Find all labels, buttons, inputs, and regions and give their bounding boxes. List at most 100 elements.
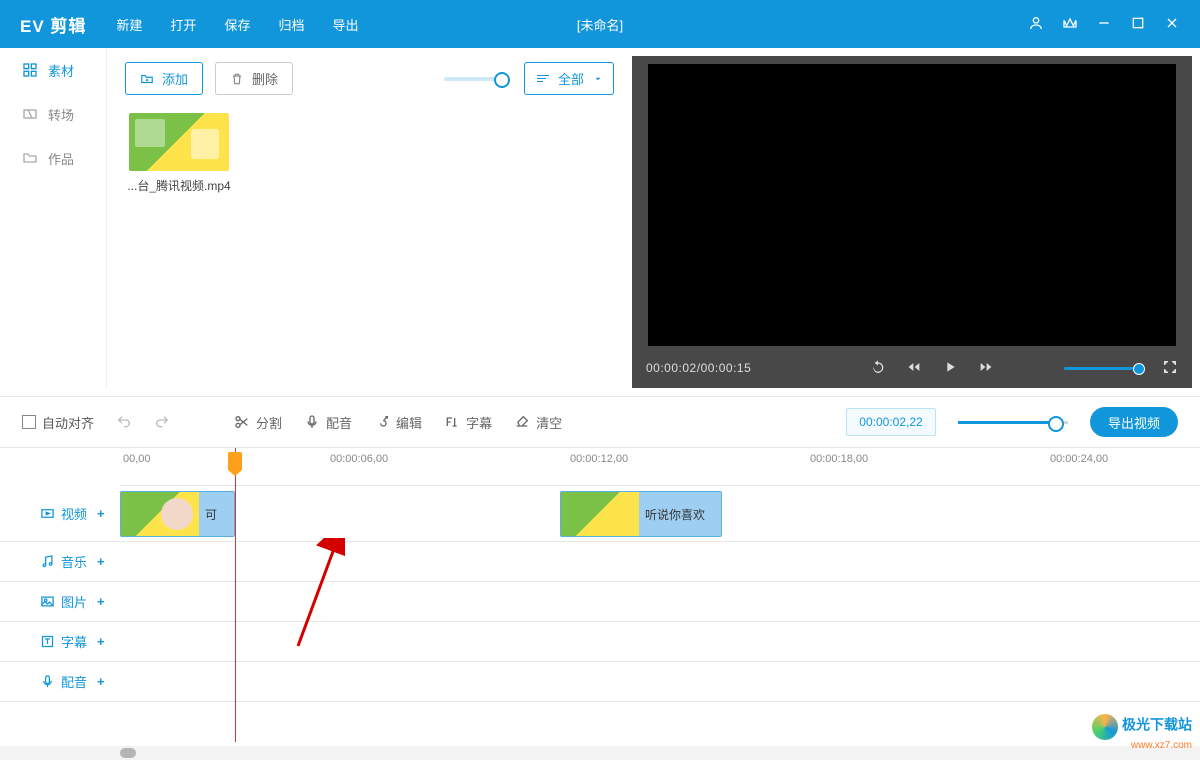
chevron-down-icon	[593, 74, 603, 84]
side-tab-assets-label: 素材	[48, 61, 74, 80]
dub-track-label: 配音+	[0, 662, 120, 701]
ruler-tick: 00:00:12,00	[570, 453, 628, 465]
checkbox-icon	[22, 415, 36, 429]
transition-icon	[22, 106, 38, 122]
prev-frame-button[interactable]	[906, 359, 922, 378]
image-track[interactable]: 图片+	[0, 582, 1200, 622]
delete-asset-label: 删除	[252, 69, 278, 88]
video-track-label: 视频+	[0, 486, 120, 541]
user-icon[interactable]	[1028, 15, 1044, 34]
add-asset-button[interactable]: 添加	[125, 62, 203, 95]
text-icon	[40, 634, 55, 649]
add-asset-label: 添加	[162, 69, 188, 88]
menu-open[interactable]: 打开	[156, 15, 210, 34]
dub-button[interactable]: 配音	[304, 413, 352, 432]
preview-time: 00:00:02/00:00:15	[646, 361, 751, 375]
minimize-button[interactable]	[1096, 15, 1112, 34]
close-button[interactable]	[1164, 15, 1180, 34]
add-folder-icon	[140, 72, 154, 86]
image-track-label: 图片+	[0, 582, 120, 621]
app-logo: EV 剪辑	[0, 12, 102, 37]
play-button[interactable]	[942, 359, 958, 378]
menu-save[interactable]: 保存	[210, 15, 264, 34]
timeline-zoom-slider[interactable]	[958, 421, 1068, 424]
clip-label: 可	[199, 506, 217, 523]
clip-thumbnail	[561, 492, 639, 536]
maximize-button[interactable]	[1130, 15, 1146, 34]
thumbnail-size-slider[interactable]	[444, 77, 504, 81]
volume-slider[interactable]	[1064, 367, 1142, 370]
add-video-track[interactable]: +	[97, 506, 105, 521]
replay-button[interactable]	[870, 359, 886, 378]
ruler-tick: 00:00:06,00	[330, 453, 388, 465]
add-image-track[interactable]: +	[97, 594, 105, 609]
clear-label: 清空	[536, 413, 562, 432]
auto-align-checkbox[interactable]: 自动对齐	[22, 413, 94, 432]
add-dub-track[interactable]: +	[97, 674, 105, 689]
video-clip[interactable]: 可	[120, 491, 235, 537]
clear-button[interactable]: 清空	[514, 413, 562, 432]
add-music-track[interactable]: +	[97, 554, 105, 569]
undo-button[interactable]	[116, 414, 132, 430]
document-name: [未命名]	[577, 15, 623, 34]
menu-archive[interactable]: 归档	[264, 15, 318, 34]
music-track[interactable]: 音乐+	[0, 542, 1200, 582]
playhead-handle[interactable]	[228, 452, 242, 470]
asset-item[interactable]: ...台_腾讯视频.mp4	[125, 113, 233, 194]
side-tab-assets[interactable]: 素材	[0, 48, 106, 92]
timeline-scrollbar[interactable]	[0, 746, 1200, 760]
preview-video-area[interactable]	[648, 64, 1176, 346]
folder-icon	[22, 150, 38, 166]
menu-export[interactable]: 导出	[318, 15, 372, 34]
side-tab-transitions[interactable]: 转场	[0, 92, 106, 136]
ruler-tick: 00,00	[123, 453, 151, 465]
side-tab-projects[interactable]: 作品	[0, 136, 106, 180]
asset-filter-select[interactable]: 全部	[524, 62, 614, 95]
side-tab-projects-label: 作品	[48, 149, 74, 168]
ruler-tick: 00:00:18,00	[810, 453, 868, 465]
dub-track[interactable]: 配音+	[0, 662, 1200, 702]
timecode-display[interactable]: 00:00:02,22	[846, 408, 936, 436]
dub-label: 配音	[326, 413, 352, 432]
playhead[interactable]	[235, 448, 236, 742]
music-track-label: 音乐+	[0, 542, 120, 581]
clip-label: 听说你喜欢	[639, 506, 705, 523]
timeline: 00,00 00:00:06,00 00:00:12,00 00:00:18,0…	[0, 448, 1200, 760]
scrollbar-thumb[interactable]	[120, 748, 136, 758]
subtitle-button[interactable]: 字幕	[444, 413, 492, 432]
music-icon	[40, 554, 55, 569]
trash-icon	[230, 72, 244, 86]
delete-asset-button[interactable]: 删除	[215, 62, 293, 95]
edit-toolbar: 自动对齐 分割 配音 编辑 字幕 清空 00:00:02,22 导出视频	[0, 396, 1200, 448]
fullscreen-button[interactable]	[1162, 359, 1178, 378]
add-subtitle-track[interactable]: +	[97, 634, 105, 649]
subtitle-track[interactable]: 字幕+	[0, 622, 1200, 662]
menu-new[interactable]: 新建	[102, 15, 156, 34]
mic-icon	[40, 674, 55, 689]
video-track[interactable]: 视频+ 可 听说你喜欢	[0, 486, 1200, 542]
filter-icon	[537, 75, 549, 82]
next-frame-button[interactable]	[978, 359, 994, 378]
preview-panel: 00:00:02/00:00:15	[632, 56, 1192, 388]
watermark: 极光下载站 www.xz7.com	[1092, 714, 1192, 752]
image-icon	[40, 594, 55, 609]
subtitle-label: 字幕	[466, 413, 492, 432]
asset-thumbnail	[129, 113, 229, 171]
edit-button[interactable]: 编辑	[374, 413, 422, 432]
asset-filename: ...台_腾讯视频.mp4	[125, 177, 233, 194]
export-video-button[interactable]: 导出视频	[1090, 407, 1178, 437]
video-icon	[40, 506, 55, 521]
split-button[interactable]: 分割	[234, 413, 282, 432]
subtitle-track-label: 字幕+	[0, 622, 120, 661]
edit-label: 编辑	[396, 413, 422, 432]
split-label: 分割	[256, 413, 282, 432]
video-clip[interactable]: 听说你喜欢	[560, 491, 722, 537]
timeline-ruler[interactable]: 00,00 00:00:06,00 00:00:12,00 00:00:18,0…	[120, 448, 1200, 486]
side-tabs: 素材 转场 作品	[0, 48, 107, 388]
grid-icon	[22, 62, 38, 78]
asset-panel: 添加 删除 全部 ...台_腾讯视频.mp4	[107, 48, 632, 388]
auto-align-label: 自动对齐	[42, 413, 94, 432]
vip-icon[interactable]	[1062, 15, 1078, 34]
clip-thumbnail	[121, 492, 199, 536]
redo-button[interactable]	[154, 414, 170, 430]
